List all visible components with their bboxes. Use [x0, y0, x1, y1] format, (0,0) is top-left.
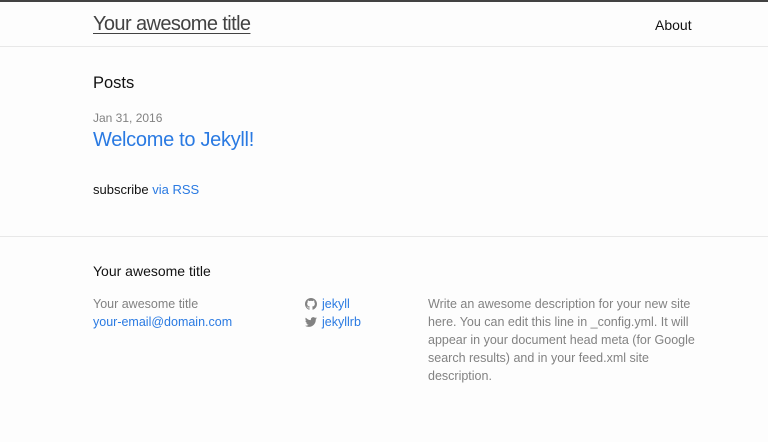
footer-description-column: Write an awesome description for your ne…: [428, 295, 703, 385]
rss-prefix: subscribe: [93, 182, 149, 197]
site-title-link[interactable]: Your awesome title: [93, 13, 251, 36]
twitter-link[interactable]: jekyllrb: [305, 313, 415, 331]
footer-site-name: Your awesome title: [93, 297, 199, 311]
site-footer: Your awesome title Your awesome title yo…: [0, 236, 768, 442]
site-description: Write an awesome description for your ne…: [428, 297, 695, 383]
footer-heading: Your awesome title: [93, 263, 211, 279]
page-content: Posts Jan 31, 2016 Welcome to Jekyll! su…: [0, 47, 768, 236]
footer-social-column: jekyll jekyllrb: [305, 295, 415, 331]
post-list-heading: Posts: [93, 74, 135, 92]
post-title-link[interactable]: Welcome to Jekyll!: [93, 129, 254, 152]
twitter-username: jekyllrb: [322, 315, 361, 329]
rss-subscribe: subscribe via RSS: [93, 182, 199, 197]
rss-link[interactable]: via RSS: [152, 182, 199, 197]
site-header: Your awesome title About: [0, 0, 768, 47]
github-icon: [305, 298, 317, 310]
nav-about-link[interactable]: About: [655, 17, 692, 33]
twitter-icon: [305, 317, 317, 327]
post-date: Jan 31, 2016: [93, 111, 163, 125]
github-link[interactable]: jekyll: [305, 295, 415, 313]
footer-contact-column: Your awesome title your-email@domain.com: [93, 295, 293, 331]
github-username: jekyll: [322, 297, 350, 311]
footer-email-link[interactable]: your-email@domain.com: [93, 315, 232, 329]
